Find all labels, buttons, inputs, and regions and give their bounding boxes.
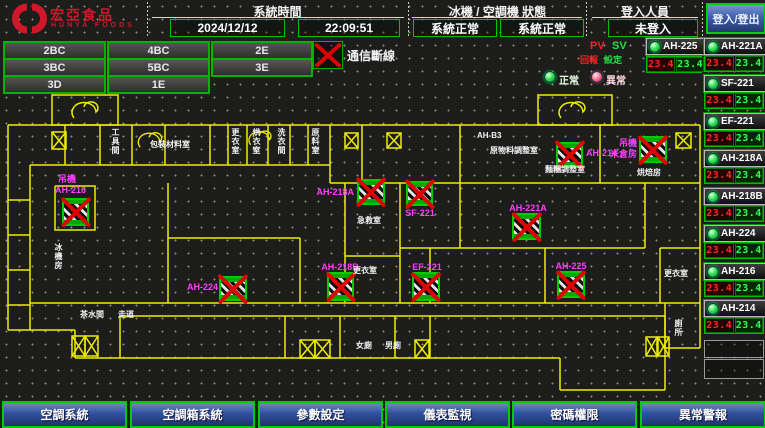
room-label: 走道 [118, 310, 134, 319]
separator [702, 2, 703, 36]
room-label: 廁所 [673, 319, 684, 337]
header: 宏亞食品 HUNYA FOODS 系統時間 2024/12/12 22:09:5… [0, 0, 765, 38]
login-user-value: 未登入 [608, 19, 698, 37]
room-label: 麵糰調整室 [545, 165, 585, 174]
ahu-values-ah-225: 23.4 23.4 [646, 56, 702, 73]
nav-param-settings-button[interactable]: 參數設定 [258, 401, 383, 428]
room-label: 原物料調整室 [490, 146, 538, 155]
room-label: 更衣室 [664, 269, 688, 278]
separator [586, 2, 587, 36]
plan-unit-label: AH-218A [310, 187, 354, 197]
shaft-x-icons [52, 132, 691, 358]
pv-value: 23.4 [705, 56, 734, 71]
room-label: 女廁 [356, 341, 372, 350]
room-label: 急救室 [357, 216, 381, 225]
plan-unit-label: AH-216 [55, 185, 86, 195]
plan-unit-label: SF-221 [400, 208, 440, 218]
plan-unit-ah-224-icon[interactable] [219, 276, 247, 301]
ahu-row-ah-225[interactable]: AH-225 [646, 38, 704, 55]
nav-ac-system-button[interactable]: 空調系統 [2, 401, 127, 428]
room-label: 包裝材料室 [150, 140, 190, 149]
sv-value: 23.4 [735, 56, 764, 71]
plan-unit-label: 吊機 [612, 138, 637, 148]
plan-unit-ah-218a-icon[interactable] [357, 179, 385, 205]
nav-meter-monitor-button[interactable]: 儀表監視 [385, 401, 510, 428]
room-label: 烘焙房 [637, 168, 661, 177]
nav-alarm-button[interactable]: 異常警報 [640, 401, 765, 428]
room-label: 工具間 [110, 128, 121, 155]
comm-offline-label: 通信斷線 [347, 47, 395, 64]
pv-desc-legend: 回報 [580, 53, 598, 66]
pv-value: 23.4 [647, 57, 675, 72]
sv-desc-legend: 設定 [604, 53, 622, 66]
comm-offline-icon [313, 41, 343, 69]
brand-logo-icon [8, 2, 48, 35]
room-label: 烘衣室 [251, 128, 262, 155]
nav-password-auth-button[interactable]: 密碼權限 [512, 401, 637, 428]
divider [592, 17, 698, 18]
floorplan: 吊機 AH-216 AH-224 AH-218B AH-218A SF-221 … [0, 88, 765, 400]
room-label: 原料室 [310, 128, 321, 155]
room-label: 洗衣間 [276, 128, 287, 155]
room-label: 更衣室 [230, 128, 241, 155]
abnormal-legend-label: 異常 [606, 72, 626, 87]
room-label: AH-B3 [477, 131, 501, 140]
divider [412, 17, 582, 18]
login-logout-button[interactable]: 登入/登出 [706, 3, 765, 34]
plan-unit-hoist-icon[interactable] [639, 136, 667, 163]
plan-unit-ah-225-icon[interactable] [557, 271, 585, 298]
ac-status-value: 系統正常 [500, 19, 584, 37]
normal-legend-label: 正常 [559, 72, 579, 87]
abnormal-light-icon [591, 71, 603, 83]
room-label: 茶水間 [80, 310, 104, 319]
separator [408, 2, 409, 36]
brand-name-en: HUNYA FOODS [51, 22, 135, 29]
plan-unit-ah-216-icon[interactable] [62, 198, 89, 226]
plan-unit-ef-221-icon[interactable] [412, 272, 440, 301]
nav-ahu-system-button[interactable]: 空調箱系統 [130, 401, 255, 428]
status-light-icon [707, 41, 719, 53]
sv-value: 23.4 [676, 57, 704, 72]
ahu-row-ah-221a[interactable]: AH-221A [704, 38, 765, 55]
system-clock-value: 22:09:51 [298, 19, 400, 37]
plan-unit-sf-221-icon[interactable] [406, 181, 433, 206]
plan-unit-ah-221a-icon[interactable] [512, 213, 541, 240]
room-label: 男廁 [385, 341, 401, 350]
system-date-value: 2024/12/12 [170, 19, 285, 37]
room-label: 更衣室 [353, 266, 377, 275]
plan-unit-label: EF-221 [406, 262, 448, 272]
plan-unit-ah-218b-icon[interactable] [327, 272, 354, 301]
sv-legend: SV [612, 40, 627, 52]
chiller-status-value: 系統正常 [413, 19, 497, 37]
ahu-values-ah-221a: 23.4 23.4 [704, 55, 764, 72]
room-label: 冰機房 [53, 243, 64, 270]
status-light-icon [649, 41, 661, 53]
plan-unit-label: AH-221A [506, 203, 550, 213]
plan-unit-label: AH-225 [551, 261, 591, 271]
floor-button-3e[interactable]: 3E [211, 58, 313, 77]
divider [152, 17, 404, 18]
pv-legend: PV [590, 40, 605, 52]
ahu-name: AH-221A [721, 41, 763, 52]
ahu-name: AH-225 [663, 41, 697, 52]
normal-light-icon [544, 71, 556, 83]
plan-unit-label: AH-224 [176, 282, 218, 292]
plan-unit-label: 吊機 [58, 174, 76, 184]
plan-unit-label: 米倉房 [606, 149, 637, 159]
separator [147, 2, 148, 36]
